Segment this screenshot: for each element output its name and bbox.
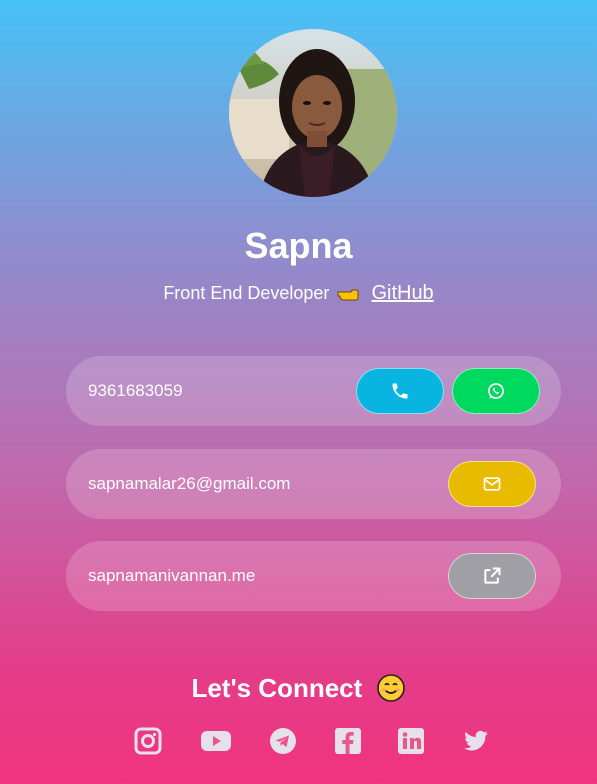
website-card: sapnamanivannan.me <box>66 541 561 611</box>
mail-button[interactable] <box>448 461 536 507</box>
twitter-icon[interactable] <box>462 727 490 755</box>
smiling-face-icon <box>376 673 406 703</box>
email-address: sapnamalar26@gmail.com <box>88 474 291 493</box>
social-links <box>0 727 597 757</box>
whatsapp-icon <box>488 383 504 399</box>
role-text: Front End Developer <box>163 283 330 303</box>
github-link[interactable]: GitHub <box>371 282 433 304</box>
facebook-icon[interactable] <box>334 727 362 755</box>
call-button[interactable] <box>356 368 444 414</box>
phone-icon <box>392 383 408 399</box>
pointing-hand-icon <box>336 283 360 301</box>
open-website-button[interactable] <box>448 553 536 599</box>
profile-avatar <box>229 29 397 197</box>
telegram-icon[interactable] <box>269 727 297 755</box>
youtube-icon[interactable] <box>200 727 232 755</box>
linkedin-icon[interactable] <box>397 727 425 755</box>
whatsapp-button[interactable] <box>452 368 540 414</box>
phone-number: 9361683059 <box>88 381 183 400</box>
instagram-icon[interactable] <box>134 727 162 755</box>
profile-role-line: Front End Developer GitHub <box>0 280 597 306</box>
website-url: sapnamanivannan.me <box>88 566 256 585</box>
connect-heading: Let's Connect <box>0 670 597 706</box>
phone-card: 9361683059 <box>66 356 561 426</box>
connect-heading-text: Let's Connect <box>191 673 363 703</box>
external-link-icon <box>484 567 501 584</box>
profile-name: Sapna <box>244 225 353 266</box>
email-card: sapnamalar26@gmail.com <box>66 449 561 519</box>
envelope-icon <box>483 477 501 491</box>
